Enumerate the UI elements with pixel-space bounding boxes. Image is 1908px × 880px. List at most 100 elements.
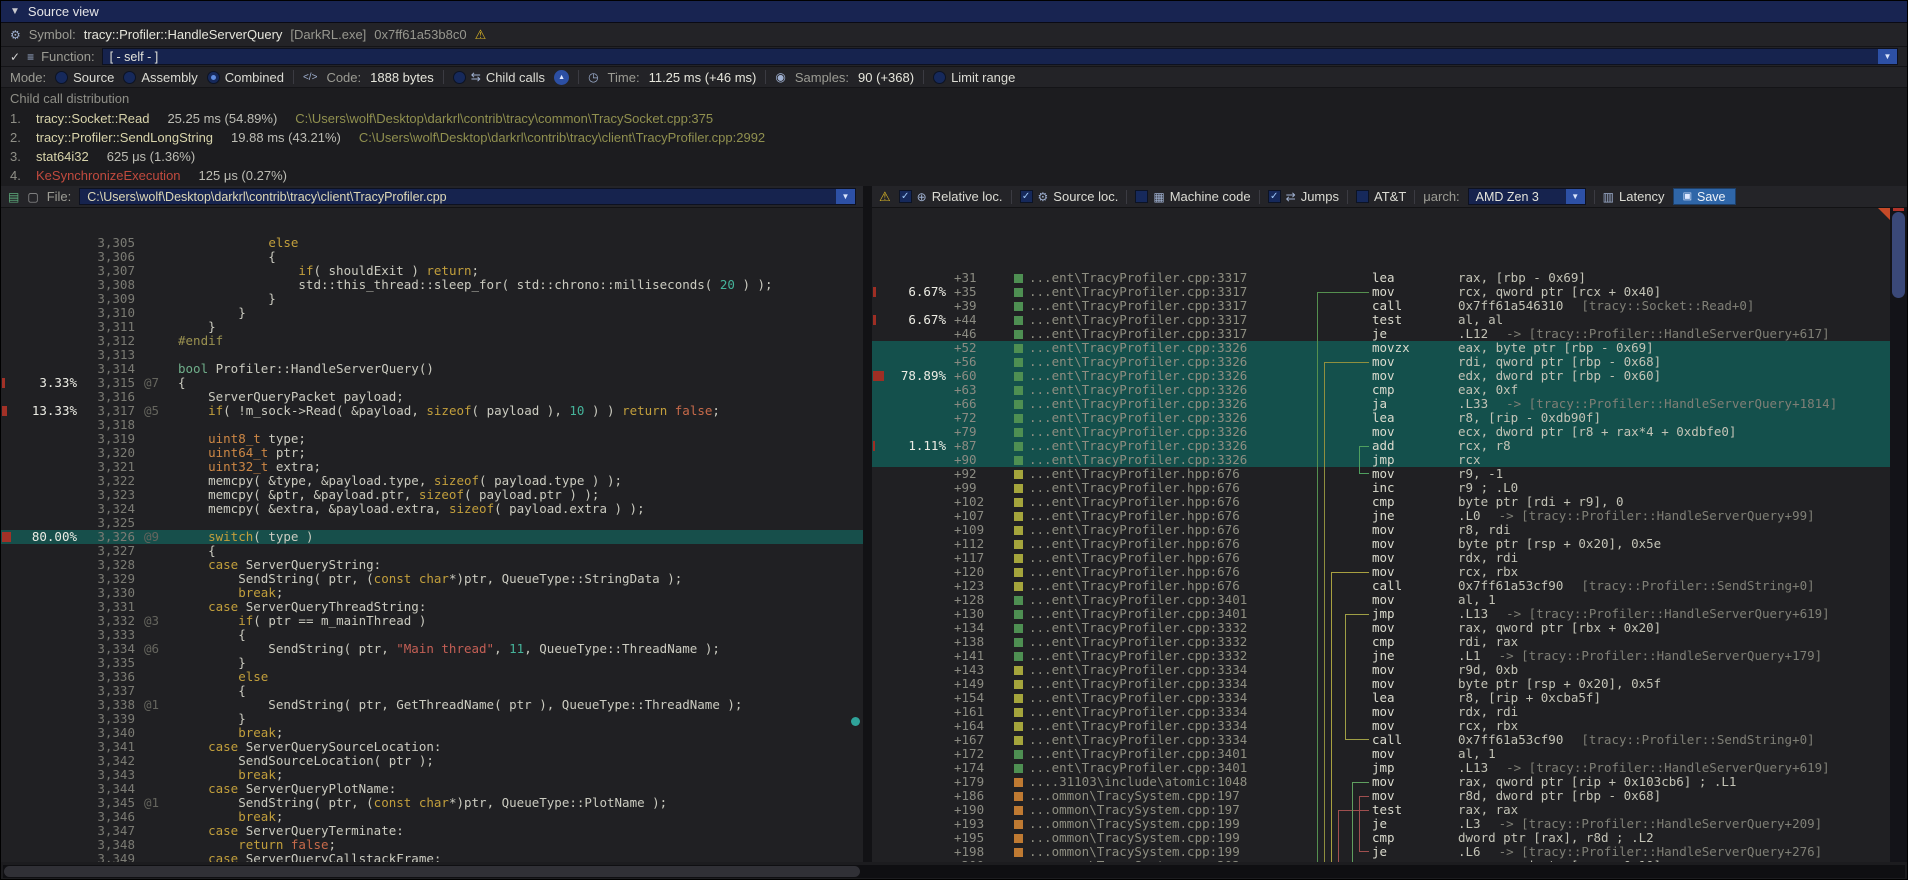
collapse-child-calls-button[interactable]: ▲ xyxy=(554,70,569,85)
source-line[interactable]: 80.00%3,326@9 switch( type ) xyxy=(1,530,863,544)
entry-name[interactable]: tracy::Socket::Read xyxy=(36,109,149,128)
source-line[interactable]: 3,338@1 SendString( ptr, GetThreadName( … xyxy=(1,698,863,712)
source-line[interactable]: 3.33%3,315@7{ xyxy=(1,376,863,390)
limit-range-toggle[interactable]: Limit range xyxy=(933,70,1015,85)
scroll-position-dot[interactable] xyxy=(851,717,860,726)
checkbox-icon[interactable]: ✓ xyxy=(1020,190,1033,203)
source-line[interactable]: 3,311 } xyxy=(1,320,863,334)
asm-row[interactable]: +31...ent\TracyProfiler.cpp:3317learax, … xyxy=(872,271,1890,285)
asm-row[interactable]: +186...ommon\TracySystem.cpp:197movr8d, … xyxy=(872,789,1890,803)
asm-row[interactable]: +198...ommon\TracySystem.cpp:199je.L6-> … xyxy=(872,845,1890,859)
source-line[interactable]: 3,345@1 SendString( ptr, (const char*)pt… xyxy=(1,796,863,810)
source-line[interactable]: 3,319 uint8_t type; xyxy=(1,432,863,446)
child-call-entry[interactable]: 3. stat64i32 625 μs (1.36%) xyxy=(10,147,1898,166)
source-line[interactable]: 3,309 } xyxy=(1,292,863,306)
source-line[interactable]: 3,339 } xyxy=(1,712,863,726)
source-line[interactable]: 3,340 break; xyxy=(1,726,863,740)
asm-row[interactable]: +161...ent\TracyProfiler.cpp:3334movrdx,… xyxy=(872,705,1890,719)
source-line[interactable]: 3,312#endif xyxy=(1,334,863,348)
radio-icon[interactable] xyxy=(207,71,220,84)
source-line[interactable]: 3,341 case ServerQuerySourceLocation: xyxy=(1,740,863,754)
scrollbar-track[interactable] xyxy=(3,865,1905,878)
scrollbar-handle[interactable] xyxy=(4,866,860,877)
child-calls-toggle[interactable]: ⇆ Child calls xyxy=(453,70,545,85)
mode-radio-assembly[interactable]: Assembly xyxy=(123,70,197,85)
asm-row[interactable]: +72...ent\TracyProfiler.cpp:3326lear8, [… xyxy=(872,411,1890,425)
pane-splitter[interactable] xyxy=(863,186,872,862)
asm-warning-icon[interactable]: ⚠ xyxy=(879,189,891,205)
asm-row[interactable]: +130...ent\TracyProfiler.cpp:3401jmp.L13… xyxy=(872,607,1890,621)
asm-row[interactable]: +190...ommon\TracySystem.cpp:197testrax,… xyxy=(872,803,1890,817)
asm-row[interactable]: +195...ommon\TracySystem.cpp:199cmpdword… xyxy=(872,831,1890,845)
source-loc-toggle[interactable]: ✓ ⚙ Source loc. xyxy=(1020,189,1119,204)
source-line[interactable]: 3,305 else xyxy=(1,236,863,250)
source-line[interactable]: 3,314bool Profiler::HandleServerQuery() xyxy=(1,362,863,376)
source-line[interactable]: 3,307 if( shouldExit ) return; xyxy=(1,264,863,278)
file-combo-arrow[interactable]: ▼ xyxy=(836,189,855,204)
asm-row[interactable]: +179....31103\include\atomic:1048movrax,… xyxy=(872,775,1890,789)
source-line[interactable]: 3,328 case ServerQueryString: xyxy=(1,558,863,572)
checkbox-icon[interactable]: ✓ xyxy=(1268,190,1281,203)
source-line[interactable]: 3,321 uint32_t extra; xyxy=(1,460,863,474)
source-line[interactable]: 3,322 memcpy( &type, &payload.type, size… xyxy=(1,474,863,488)
asm-row[interactable]: +141...ent\TracyProfiler.cpp:3332jne.L1-… xyxy=(872,649,1890,663)
source-line[interactable]: 3,342 SendSourceLocation( ptr ); xyxy=(1,754,863,768)
source-line[interactable]: 3,308 std::this_thread::sleep_for( std::… xyxy=(1,278,863,292)
source-line[interactable]: 3,330 break; xyxy=(1,586,863,600)
asm-row[interactable]: +134...ent\TracyProfiler.cpp:3332movrax,… xyxy=(872,621,1890,635)
jumps-toggle[interactable]: ✓ ⇄ Jumps xyxy=(1268,189,1339,204)
asm-row[interactable]: +149...ent\TracyProfiler.cpp:3334movbyte… xyxy=(872,677,1890,691)
asm-row[interactable]: +172...ent\TracyProfiler.cpp:3401moval, … xyxy=(872,747,1890,761)
asm-row[interactable]: +92...ent\TracyProfiler.hpp:676movr9, -1 xyxy=(872,467,1890,481)
asm-row[interactable]: +107...ent\TracyProfiler.hpp:676jne.L0->… xyxy=(872,509,1890,523)
asm-row[interactable]: 1.11%+87...ent\TracyProfiler.cpp:3326add… xyxy=(872,439,1890,453)
radio-icon[interactable] xyxy=(55,71,68,84)
source-line[interactable]: 3,337 { xyxy=(1,684,863,698)
bottom-scrollbar[interactable] xyxy=(1,862,1907,880)
source-line[interactable]: 3,334@6 SendString( ptr, "Main thread", … xyxy=(1,642,863,656)
source-line[interactable]: 3,343 break; xyxy=(1,768,863,782)
asm-row[interactable]: +167...ent\TracyProfiler.cpp:3334call0x7… xyxy=(872,733,1890,747)
asm-view[interactable]: +31...ent\TracyProfiler.cpp:3317learax, … xyxy=(872,208,1890,862)
source-line[interactable]: 3,346 break; xyxy=(1,810,863,824)
source-code-view[interactable]: 3,305 else3,306 {3,307 if( shouldExit ) … xyxy=(1,208,863,862)
source-line[interactable]: 3,331 case ServerQueryThreadString: xyxy=(1,600,863,614)
source-line[interactable]: 3,335 } xyxy=(1,656,863,670)
entry-name[interactable]: stat64i32 xyxy=(36,147,89,166)
source-line[interactable]: 3,316 ServerQueryPacket payload; xyxy=(1,390,863,404)
source-line[interactable]: 3,336 else xyxy=(1,670,863,684)
source-line[interactable]: 3,318 xyxy=(1,418,863,432)
asm-row[interactable]: +90...ent\TracyProfiler.cpp:3326jmprcx xyxy=(872,453,1890,467)
asm-scrollbar[interactable] xyxy=(1890,208,1907,862)
source-line[interactable]: 3,310 } xyxy=(1,306,863,320)
asm-row[interactable]: +117...ent\TracyProfiler.hpp:676movrdx, … xyxy=(872,551,1890,565)
symbol-warning-icon[interactable]: ⚠ xyxy=(475,27,487,43)
asm-row[interactable]: +200...ommon\TracySystem.cpp:203movrax, … xyxy=(872,859,1890,862)
asm-row[interactable]: +123...ent\TracyProfiler.hpp:676call0x7f… xyxy=(872,579,1890,593)
child-call-entry[interactable]: 2. tracy::Profiler::SendLongString 19.88… xyxy=(10,128,1898,147)
source-line[interactable]: 3,325 xyxy=(1,516,863,530)
asm-row[interactable]: +52...ent\TracyProfiler.cpp:3326movzxeax… xyxy=(872,341,1890,355)
child-call-entry[interactable]: 4. KeSynchronizeExecution 125 μs (0.27%) xyxy=(10,166,1898,185)
source-line[interactable]: 3,332@3 if( ptr == m_mainThread ) xyxy=(1,614,863,628)
titlebar[interactable]: ▼ Source view xyxy=(1,1,1907,23)
entry-name[interactable]: KeSynchronizeExecution xyxy=(36,166,181,185)
entry-name[interactable]: tracy::Profiler::SendLongString xyxy=(36,128,213,147)
source-line[interactable]: 3,347 case ServerQueryTerminate: xyxy=(1,824,863,838)
save-button[interactable]: ▣ Save xyxy=(1673,188,1736,205)
latency-toggle[interactable]: ▥ Latency xyxy=(1603,189,1665,204)
source-line[interactable]: 3,320 uint64_t ptr; xyxy=(1,446,863,460)
source-line[interactable]: 13.33%3,317@5 if( !m_sock->Read( &payloa… xyxy=(1,404,863,418)
asm-row[interactable]: +120...ent\TracyProfiler.hpp:676movrcx, … xyxy=(872,565,1890,579)
source-line[interactable]: 3,329 SendString( ptr, (const char*)ptr,… xyxy=(1,572,863,586)
source-line[interactable]: 3,348 return false; xyxy=(1,838,863,852)
child-call-entry[interactable]: 1. tracy::Socket::Read 25.25 ms (54.89%)… xyxy=(10,109,1898,128)
source-line[interactable]: 3,349 case ServerQueryCallstackFrame: xyxy=(1,852,863,862)
asm-row[interactable]: +128...ent\TracyProfiler.cpp:3401moval, … xyxy=(872,593,1890,607)
file-combo[interactable]: C:\Users\wolf\Desktop\darkrl\contrib\tra… xyxy=(79,188,856,205)
asm-row[interactable]: +112...ent\TracyProfiler.hpp:676movbyte … xyxy=(872,537,1890,551)
checkbox-icon[interactable] xyxy=(933,71,946,84)
relative-loc-toggle[interactable]: ✓ ⊕ Relative loc. xyxy=(899,189,1003,204)
mode-radio-combined[interactable]: Combined xyxy=(207,70,284,85)
asm-row[interactable]: +138...ent\TracyProfiler.cpp:3332cmprdi,… xyxy=(872,635,1890,649)
